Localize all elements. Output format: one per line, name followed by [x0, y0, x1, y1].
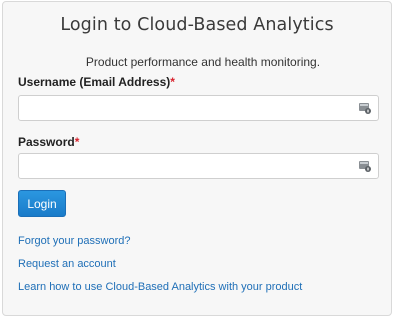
required-marker: *	[74, 135, 80, 149]
password-manager-icon[interactable]	[359, 161, 371, 172]
forgot-password-link[interactable]: Forgot your password?	[18, 235, 131, 247]
username-label-text: Username (Email Address)	[18, 75, 171, 89]
learn-how-link[interactable]: Learn how to use Cloud-Based Analytics w…	[18, 281, 302, 293]
password-label-text: Password	[18, 135, 75, 149]
username-field[interactable]	[18, 95, 379, 121]
username-label: Username (Email Address)*	[18, 75, 175, 89]
login-panel: Login to Cloud-Based Analytics Product p…	[2, 1, 392, 316]
page-title: Login to Cloud-Based Analytics	[60, 15, 334, 35]
password-field[interactable]	[18, 153, 379, 179]
password-manager-icon[interactable]	[359, 103, 371, 114]
page-subtitle: Product performance and health monitorin…	[85, 55, 321, 69]
password-input[interactable]	[19, 154, 355, 178]
password-label: Password*	[18, 135, 79, 149]
required-marker: *	[170, 75, 175, 89]
request-account-link[interactable]: Request an account	[18, 258, 116, 270]
login-button[interactable]: Login	[18, 190, 66, 217]
username-input[interactable]	[19, 96, 355, 120]
